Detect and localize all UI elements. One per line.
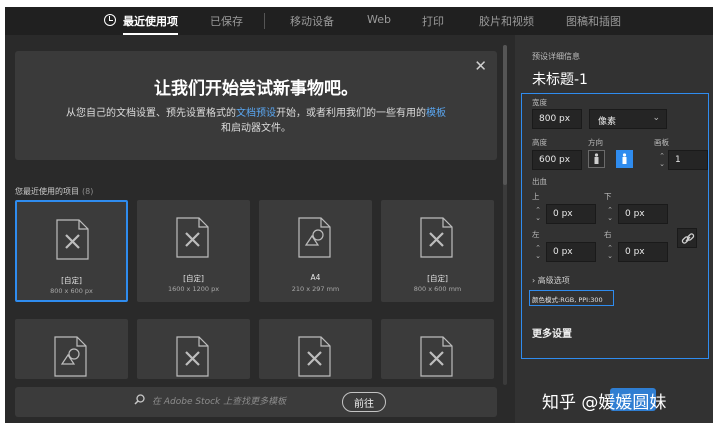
tab-art-illustration[interactable]: 图稿和插图 bbox=[566, 13, 621, 29]
portrait-orientation-button[interactable] bbox=[588, 150, 605, 168]
bleed-left-stepper[interactable]: ⌃ ⌄ bbox=[534, 244, 542, 260]
link-icon bbox=[681, 233, 695, 244]
color-mode-summary: 颜色模式:RGB, PPI:300 bbox=[529, 290, 614, 306]
new-document-dialog: 最近使用项 已保存 移动设备 Web 打印 胶片和视频 图稿和插图 ✕ 让我们开… bbox=[5, 7, 713, 423]
banner-text-part: 从您自己的文档设置、预先设置格式的 bbox=[66, 108, 236, 119]
recent-item[interactable] bbox=[15, 319, 128, 379]
templates-link[interactable]: 模板 bbox=[426, 108, 446, 119]
artboard-stepper[interactable]: ⌃ ⌄ bbox=[658, 152, 666, 168]
presets-panel: ✕ 让我们开始尝试新事物吧。 从您自己的文档设置、预先设置格式的文档预设开始，或… bbox=[5, 35, 515, 423]
recent-item[interactable]: [自定] 1600 x 1200 px bbox=[137, 200, 250, 302]
go-button[interactable]: 前往 bbox=[342, 392, 386, 412]
tab-mobile[interactable]: 移动设备 bbox=[290, 13, 334, 29]
document-presets-link[interactable]: 文档预设 bbox=[236, 108, 276, 119]
advanced-options-toggle[interactable]: › 高级选项 bbox=[532, 275, 570, 286]
bleed-left-input[interactable] bbox=[546, 242, 596, 262]
recent-item[interactable]: [自定] 800 x 600 px bbox=[15, 200, 128, 302]
artboard-input[interactable] bbox=[668, 150, 708, 170]
presets-scrollbar[interactable] bbox=[503, 45, 507, 385]
recent-heading: 您最近使用的项目 (8) bbox=[15, 186, 93, 197]
custom-doc-icon bbox=[176, 336, 209, 377]
custom-doc-icon bbox=[56, 219, 89, 260]
recent-item-dims: 210 x 297 mm bbox=[291, 285, 340, 293]
tab-saved[interactable]: 已保存 bbox=[210, 13, 243, 29]
clock-icon bbox=[104, 14, 116, 26]
recent-item-dims: 800 x 600 mm bbox=[413, 285, 462, 293]
welcome-banner: ✕ 让我们开始尝试新事物吧。 从您自己的文档设置、预先设置格式的文档预设开始，或… bbox=[15, 51, 497, 160]
banner-text-part: 和启动器文件。 bbox=[221, 123, 291, 134]
width-label: 宽度 bbox=[532, 98, 547, 107]
bleed-top-input[interactable] bbox=[546, 204, 596, 224]
bleed-right-label: 右 bbox=[604, 230, 612, 239]
close-icon[interactable]: ✕ bbox=[474, 57, 487, 75]
recent-heading-label: 您最近使用的项目 bbox=[15, 187, 79, 196]
recent-item-label: [自定] bbox=[183, 274, 204, 283]
more-settings-button[interactable]: 更多设置 bbox=[532, 325, 572, 340]
custom-doc-icon bbox=[420, 336, 453, 377]
scrollbar-thumb[interactable] bbox=[503, 45, 507, 185]
stock-search-input[interactable] bbox=[152, 394, 342, 410]
recent-item[interactable] bbox=[137, 319, 250, 379]
bleed-right-stepper[interactable]: ⌃ ⌄ bbox=[606, 244, 614, 260]
bleed-bottom-label: 下 bbox=[604, 192, 612, 201]
recent-item[interactable] bbox=[259, 319, 372, 379]
tab-web[interactable]: Web bbox=[367, 13, 391, 26]
recent-item-dims: 800 x 600 px bbox=[50, 287, 93, 295]
bleed-top-stepper[interactable]: ⌃ ⌄ bbox=[534, 206, 542, 222]
document-name-field[interactable]: 未标题-1 bbox=[532, 69, 588, 89]
bleed-left-label: 左 bbox=[532, 230, 540, 239]
banner-text: 从您自己的文档设置、预先设置格式的文档预设开始，或者利用我们的一些有用的模板和启… bbox=[66, 106, 446, 136]
watermark-text: 知乎 @媛媛圆妹 bbox=[542, 393, 667, 413]
adobe-stock-search-bar: 前往 bbox=[15, 387, 497, 417]
banner-text-part: 开始，或者利用我们的一些有用的 bbox=[276, 108, 426, 119]
print-doc-icon bbox=[54, 336, 87, 377]
person-icon bbox=[594, 153, 599, 164]
search-icon bbox=[134, 394, 145, 405]
height-label: 高度 bbox=[532, 138, 547, 147]
landscape-orientation-button[interactable] bbox=[616, 150, 633, 168]
banner-title: 让我们开始尝试新事物吧。 bbox=[154, 79, 358, 99]
preset-details-label: 预设详细信息 bbox=[532, 52, 580, 61]
preset-settings-group: 宽度 像素 ⌄ 高度 方向 画板 ⌃⌄ 出血 上 ⌃⌄ 下 ⌃⌄ 左 ⌃⌄ 右 ⌃… bbox=[521, 93, 709, 359]
print-doc-icon bbox=[298, 217, 331, 258]
bleed-label: 出血 bbox=[532, 177, 547, 186]
bleed-bottom-stepper[interactable]: ⌃ ⌄ bbox=[606, 206, 614, 222]
width-input[interactable] bbox=[532, 109, 582, 129]
height-input[interactable] bbox=[532, 150, 582, 170]
recent-item-dims: 1600 x 1200 px bbox=[167, 285, 220, 293]
bleed-right-input[interactable] bbox=[618, 242, 668, 262]
artboard-label: 画板 bbox=[654, 138, 669, 147]
recent-item-label: A4 bbox=[310, 273, 321, 282]
bleed-bottom-input[interactable] bbox=[618, 204, 668, 224]
recent-item[interactable]: A4 210 x 297 mm bbox=[259, 200, 372, 302]
person-icon bbox=[622, 153, 627, 164]
custom-doc-icon bbox=[298, 336, 331, 377]
link-bleed-button[interactable] bbox=[677, 228, 697, 248]
custom-doc-icon bbox=[176, 217, 209, 258]
recent-item[interactable]: [自定] 800 x 600 mm bbox=[381, 200, 494, 302]
recent-item[interactable] bbox=[381, 319, 494, 379]
recent-item-label: [自定] bbox=[61, 276, 82, 285]
tab-film-video[interactable]: 胶片和视频 bbox=[479, 13, 534, 29]
category-tabs: 最近使用项 已保存 移动设备 Web 打印 胶片和视频 图稿和插图 bbox=[5, 7, 713, 35]
preset-details-panel: 预设详细信息 未标题-1 宽度 像素 ⌄ 高度 方向 画板 ⌃⌄ 出血 上 ⌃⌄ … bbox=[515, 35, 713, 423]
tab-divider bbox=[264, 13, 265, 29]
unit-select[interactable]: 像素 ⌄ bbox=[589, 109, 667, 129]
recent-item-label: [自定] bbox=[427, 274, 448, 283]
custom-doc-icon bbox=[420, 217, 453, 258]
bleed-top-label: 上 bbox=[532, 192, 540, 201]
chevron-down-icon: ⌄ bbox=[652, 113, 660, 123]
tab-recent[interactable]: 最近使用项 bbox=[123, 13, 178, 29]
unit-select-value: 像素 bbox=[598, 117, 617, 127]
recent-count: (8) bbox=[82, 187, 94, 196]
tab-print[interactable]: 打印 bbox=[422, 13, 444, 29]
orientation-label: 方向 bbox=[588, 138, 603, 147]
